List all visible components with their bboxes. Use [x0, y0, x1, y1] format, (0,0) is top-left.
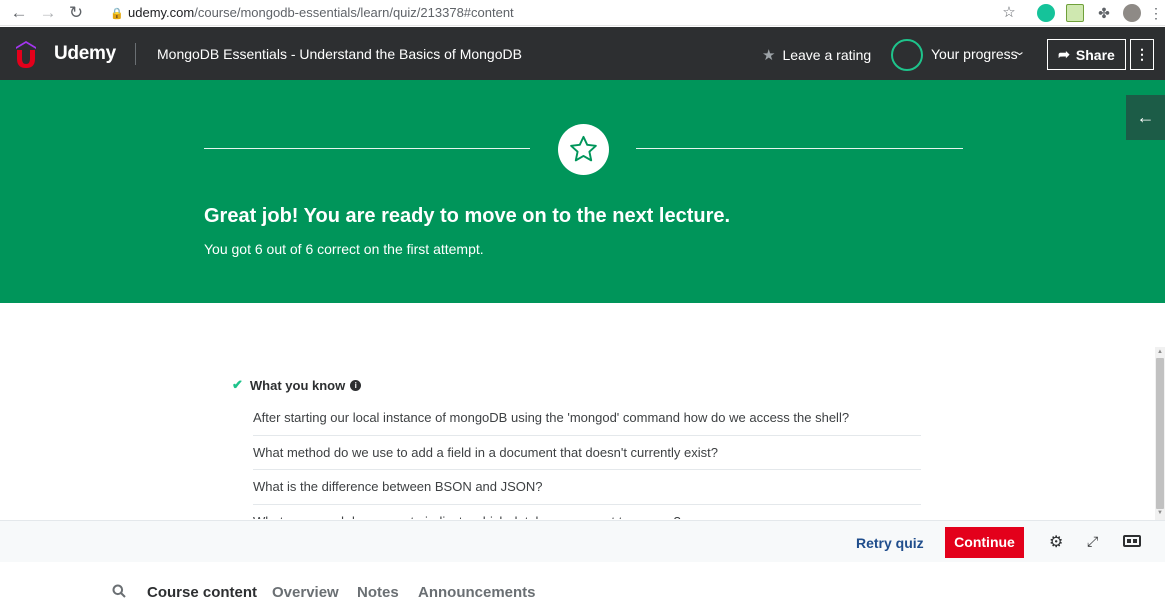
share-button[interactable]: ➦ Share: [1047, 39, 1126, 70]
result-title: Great job! You are ready to move on to t…: [204, 205, 731, 227]
chevron-down-icon[interactable]: ⌄: [1013, 45, 1026, 58]
course-title[interactable]: MongoDB Essentials - Understand the Basi…: [157, 46, 522, 62]
lock-icon: 🔒: [110, 8, 124, 20]
star-outline-icon: [570, 135, 597, 162]
udemy-logo-text: Udemy: [54, 43, 116, 64]
course-tabs: Course content Overview Notes Announceme…: [0, 563, 1165, 615]
collapse-sidebar-arrow-icon[interactable]: ←: [1126, 95, 1165, 140]
search-icon[interactable]: [112, 584, 126, 598]
more-options-icon[interactable]: ⋮: [1130, 39, 1154, 70]
star-icon: ★: [762, 47, 776, 64]
url-domain: udemy.com: [128, 5, 195, 20]
browser-toolbar: ← → ↻ 🔒 udemy.com/course/mongodb-essentia…: [0, 0, 1165, 26]
browser-menu-icon[interactable]: ⋮: [1146, 3, 1165, 23]
scroll-down-arrow-icon[interactable]: ▼: [1157, 510, 1164, 516]
tab-notes[interactable]: Notes: [357, 584, 399, 601]
checkmark-icon: ✔: [232, 377, 243, 392]
progress-ring-icon[interactable]: [891, 39, 923, 71]
list-item: What command do we use to indicate which…: [253, 505, 921, 520]
header-divider: [135, 43, 136, 65]
reload-icon[interactable]: ↻: [66, 3, 86, 23]
divider-line-left: [204, 148, 530, 149]
udemy-logo-icon: [16, 41, 36, 68]
quiz-result-banner: Great job! You are ready to move on to t…: [0, 80, 1165, 303]
fullscreen-expand-icon[interactable]: ⤢: [1087, 533, 1098, 550]
star-badge: [558, 124, 609, 175]
result-subtitle: You got 6 out of 6 correct on the first …: [204, 241, 484, 257]
tab-announcements[interactable]: Announcements: [418, 584, 536, 601]
what-you-know-label: What you know: [249, 377, 346, 393]
url-path: /course/mongodb-essentials/learn/quiz/21…: [194, 5, 514, 20]
forward-arrow-icon[interactable]: →: [38, 3, 58, 23]
extensions-puzzle-icon[interactable]: ✤: [1094, 3, 1114, 23]
your-progress-label[interactable]: Your progress: [931, 46, 1018, 62]
leave-rating-button[interactable]: ★ Leave a rating: [762, 46, 871, 64]
course-header: Udemy MongoDB Essentials - Understand th…: [0, 27, 1165, 80]
divider-line-right: [636, 148, 963, 149]
scroll-up-arrow-icon[interactable]: ▲: [1157, 349, 1164, 355]
back-arrow-icon[interactable]: ←: [9, 3, 29, 23]
profile-avatar[interactable]: [1123, 4, 1141, 22]
scrollbar-thumb[interactable]: [1156, 358, 1164, 509]
share-label: Share: [1075, 46, 1115, 63]
what-you-know-heading: ✔ What you know i: [232, 377, 362, 393]
theater-mode-icon[interactable]: [1123, 534, 1141, 552]
leave-rating-label: Leave a rating: [782, 47, 872, 63]
notes-extension-icon[interactable]: [1066, 4, 1084, 22]
udemy-logo[interactable]: Udemy: [14, 39, 116, 69]
tab-overview[interactable]: Overview: [272, 584, 339, 601]
bookmark-star-icon[interactable]: ☆: [999, 3, 1019, 23]
tab-course-content[interactable]: Course content: [147, 584, 257, 601]
info-icon[interactable]: i: [350, 379, 362, 391]
address-bar[interactable]: 🔒 udemy.com/course/mongodb-essentials/lea…: [110, 4, 514, 22]
quiz-control-bar: Retry quiz Continue ⚙ ⤢: [0, 520, 1165, 562]
list-item: What method do we use to add a field in …: [253, 436, 921, 470]
continue-button[interactable]: Continue: [945, 527, 1024, 558]
settings-gear-icon[interactable]: ⚙: [1049, 532, 1063, 552]
share-arrow-icon: ➦: [1058, 46, 1070, 62]
list-item: After starting our local instance of mon…: [253, 401, 921, 436]
retry-quiz-button[interactable]: Retry quiz: [856, 535, 924, 551]
list-item: What is the difference between BSON and …: [253, 470, 921, 505]
theater-mode-svg: [1123, 535, 1141, 547]
question-list: After starting our local instance of mon…: [253, 401, 921, 519]
grammarly-extension-icon[interactable]: [1037, 4, 1055, 22]
